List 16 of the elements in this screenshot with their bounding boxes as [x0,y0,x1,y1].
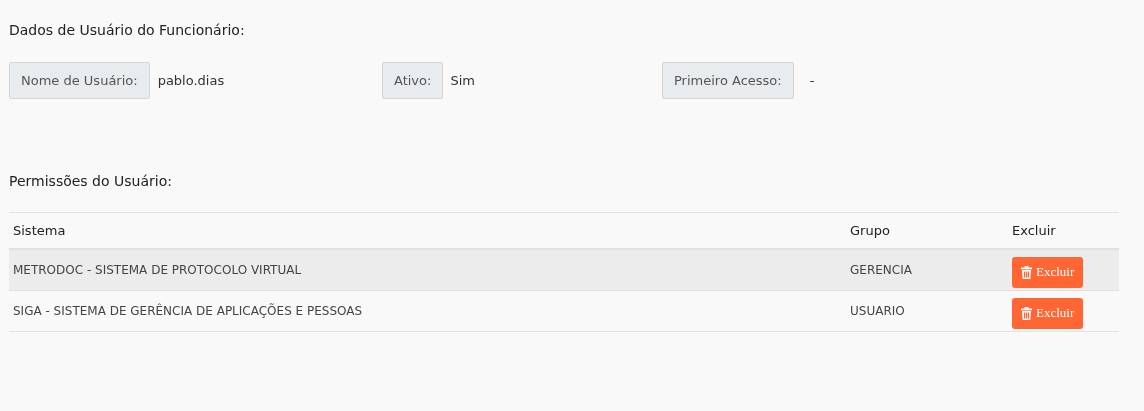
table-cell: METRODOC - SISTEMA DE PROTOCOLO VIRTUAL [9,249,846,291]
table-cell: GERENCIA [846,249,1008,291]
field-value: pablo.dias [157,73,225,88]
delete-button[interactable]: Excluir [1012,256,1084,288]
field-label: Nome de Usuário: [9,62,150,99]
delete-button[interactable]: Excluir [1012,297,1084,329]
field-value: - [809,73,815,88]
table-cell: USUARIO [846,290,1008,332]
trash-icon [1021,306,1032,320]
field-label: Primeiro Acesso: [662,62,794,99]
section-title: Dados de Usuário do Funcionário: [9,22,246,38]
field-label: Ativo: [382,62,444,99]
field-value: Sim [450,73,475,88]
table-cell: SIGA - SISTEMA DE GERÊNCIA DE APLICAÇÕES E PESSOAS [9,290,846,332]
section-title: Permissões do Usuário: [9,173,173,189]
trash-icon [1021,265,1032,279]
